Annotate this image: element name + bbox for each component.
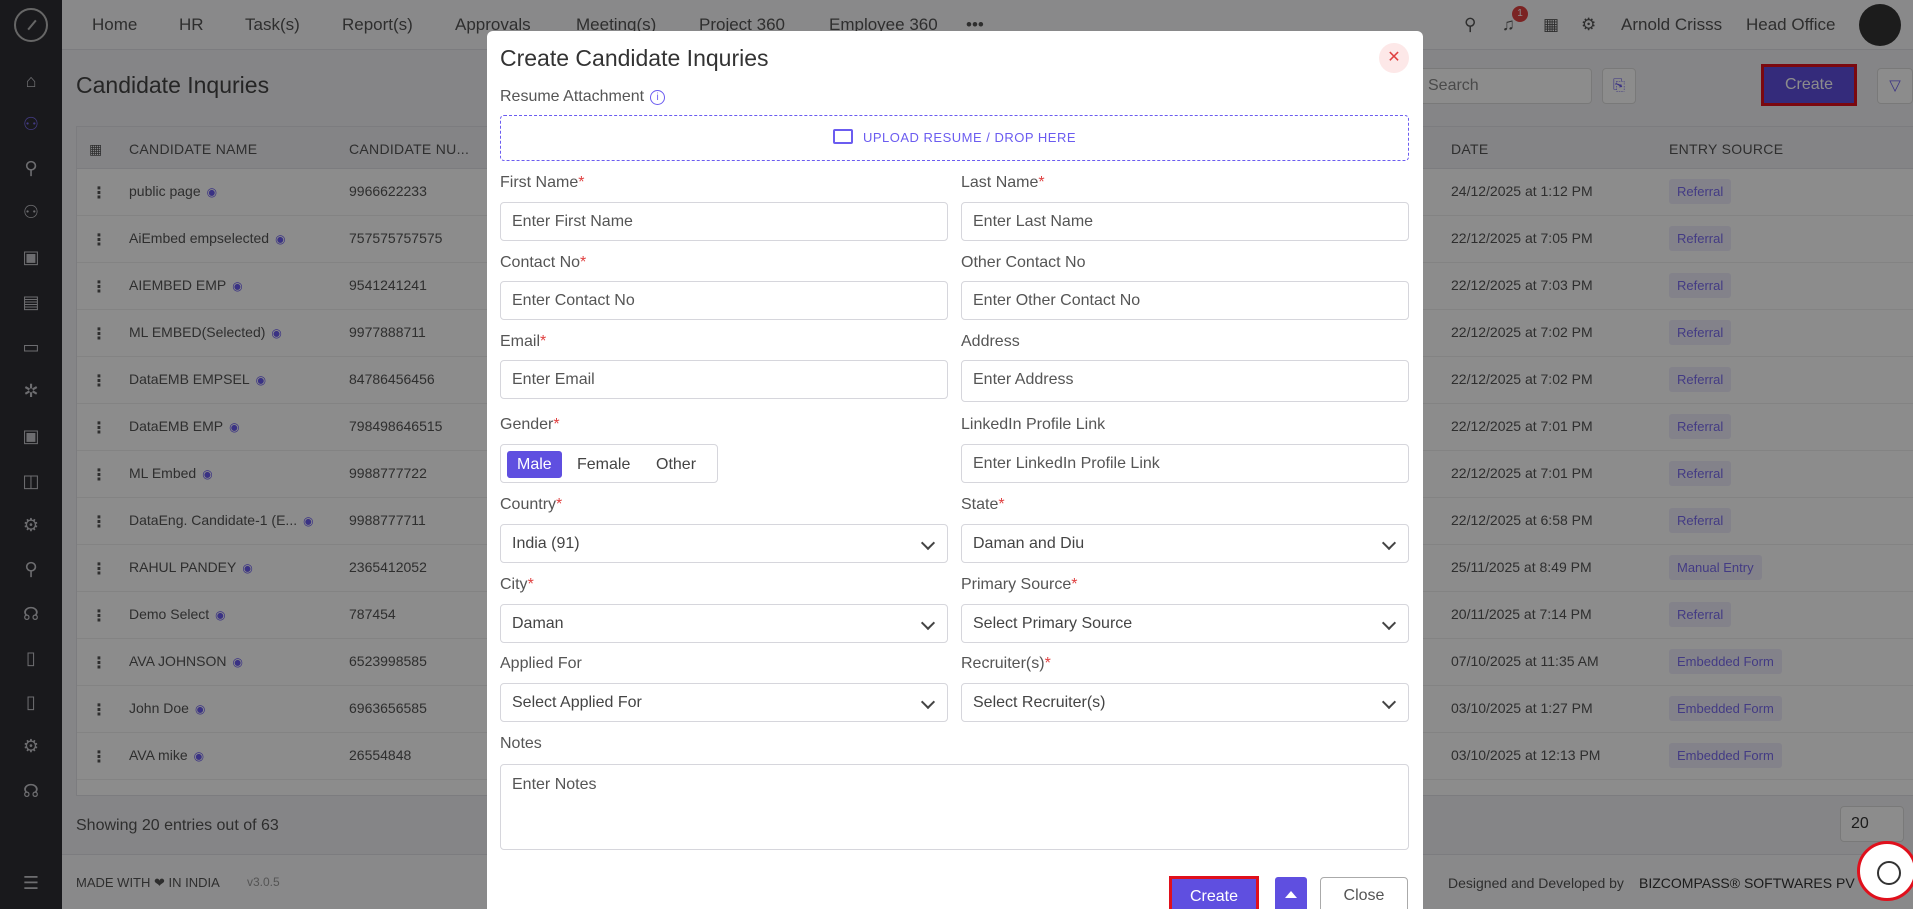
primary-source-label: Primary Source*	[961, 576, 1078, 593]
recruiters-select[interactable]: Select Recruiter(s)	[961, 683, 1409, 722]
linkedin-label: LinkedIn Profile Link	[961, 416, 1106, 433]
recruiters-label: Recruiter(s)*	[961, 655, 1051, 672]
city-label: City*	[500, 576, 534, 593]
linkedin-input[interactable]: Enter LinkedIn Profile Link	[961, 444, 1409, 483]
create-options-arrow-icon[interactable]	[1275, 877, 1307, 909]
gender-toggle: Male Female Other	[500, 444, 718, 483]
state-select[interactable]: Daman and Diu	[961, 524, 1409, 563]
city-select[interactable]: Daman	[500, 604, 948, 643]
gender-label: Gender*	[500, 416, 560, 433]
country-label-text: Country	[500, 496, 557, 513]
create-button[interactable]: Create	[1169, 876, 1259, 909]
other-contact-input[interactable]: Enter Other Contact No	[961, 281, 1409, 320]
create-candidate-modal: Create Candidate Inquries ✕ Resume Attac…	[487, 31, 1423, 909]
applied-for-label: Applied For	[500, 655, 582, 672]
primary-source-label-text: Primary Source	[961, 576, 1072, 593]
applied-for-select[interactable]: Select Applied For	[500, 683, 948, 722]
resume-label-text: Resume Attachment	[500, 88, 645, 105]
upload-dropzone[interactable]: UPLOAD RESUME / DROP HERE	[500, 115, 1409, 161]
city-label-text: City	[500, 576, 528, 593]
contact-label: Contact No*	[500, 254, 587, 271]
email-input[interactable]: Enter Email	[500, 360, 948, 399]
close-icon[interactable]: ✕	[1379, 43, 1409, 73]
first-name-label: First Name*	[500, 174, 585, 191]
contact-input[interactable]: Enter Contact No	[500, 281, 948, 320]
gender-female-button[interactable]: Female	[567, 451, 640, 478]
gender-male-button[interactable]: Male	[507, 451, 562, 478]
notes-textarea[interactable]: Enter Notes	[500, 764, 1409, 850]
gender-other-button[interactable]: Other	[646, 451, 706, 478]
upload-text: UPLOAD RESUME / DROP HERE	[862, 130, 1077, 145]
notes-label: Notes	[500, 735, 542, 752]
contact-label-text: Contact No	[500, 254, 581, 271]
recruiters-label-text: Recruiter(s)	[961, 655, 1045, 672]
email-label-text: Email	[500, 333, 541, 350]
resume-label: Resume Attachment i	[500, 88, 666, 106]
address-textarea[interactable]: Enter Address	[961, 360, 1409, 402]
first-name-input[interactable]: Enter First Name	[500, 202, 948, 241]
close-button[interactable]: Close	[1320, 877, 1408, 909]
gender-label-text: Gender	[500, 416, 554, 433]
last-name-label-text: Last Name	[961, 174, 1039, 191]
modal-title: Create Candidate Inquries	[500, 45, 769, 71]
info-icon[interactable]: i	[650, 90, 666, 105]
timer-icon[interactable]	[1857, 841, 1913, 901]
state-label: State*	[961, 496, 1005, 513]
email-label: Email*	[500, 333, 547, 350]
folder-icon	[832, 129, 853, 144]
last-name-label: Last Name*	[961, 174, 1045, 191]
country-label: Country*	[500, 496, 563, 513]
address-label: Address	[961, 333, 1020, 350]
last-name-input[interactable]: Enter Last Name	[961, 202, 1409, 241]
state-label-text: State	[961, 496, 999, 513]
first-name-label-text: First Name	[500, 174, 579, 191]
country-select[interactable]: India (91)	[500, 524, 948, 563]
primary-source-select[interactable]: Select Primary Source	[961, 604, 1409, 643]
other-contact-label: Other Contact No	[961, 254, 1086, 271]
